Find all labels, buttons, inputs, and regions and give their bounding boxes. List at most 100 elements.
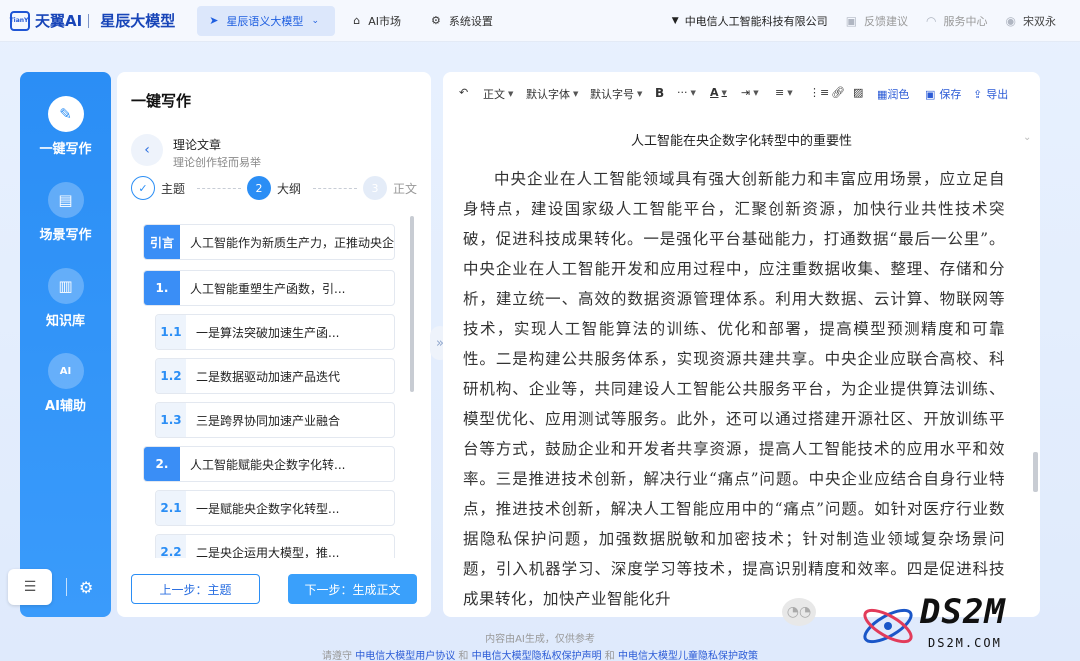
privacy-policy-link[interactable]: 中电信大模型隐私权保护声明 <box>472 651 602 661</box>
menu-icon: ☰ <box>23 579 37 595</box>
brand-name: 天翼AI <box>35 12 83 30</box>
menu-toggle-button[interactable]: ☰ <box>8 569 52 605</box>
outline-item-section[interactable]: 1. 人工智能重塑生产函数，引... <box>143 270 395 306</box>
export-button[interactable]: ⇪ 导出 <box>973 86 1008 102</box>
logo-badge-icon: TianYi <box>10 10 30 31</box>
editor-scrollbar[interactable] <box>1033 452 1038 492</box>
send-icon: ➤ <box>209 14 219 27</box>
caret-down-icon: ▼ <box>637 90 643 98</box>
nav-tab-system-settings[interactable]: ⚙ 系统设置 <box>419 6 505 36</box>
step-body[interactable]: 3 正文 <box>363 176 417 200</box>
article-subtitle: 理论创作轻而易举 <box>173 156 261 169</box>
outline-item-subsection[interactable]: 2.1 一是赋能央企数字化转型... <box>155 490 395 526</box>
save-button[interactable]: ▣ 保存 <box>925 86 961 102</box>
sidebar-item-knowledge-base[interactable]: ▥ 知识库 <box>20 268 111 329</box>
polish-icon: ▦ <box>877 87 888 101</box>
user-name: 宋双永 <box>1023 14 1056 28</box>
outline-item-subsection[interactable]: 2.2 二是央企运用大模型，推... <box>155 534 395 558</box>
service-center-link[interactable]: ◠ 服务中心 <box>926 13 987 29</box>
chevron-down-icon: ⌄ <box>311 15 319 26</box>
step-number: 2 <box>247 176 271 200</box>
step-topic[interactable]: ✓ 主题 <box>131 176 185 200</box>
outline-panel: 一键写作 ‹ 理论文章 理论创作轻而易举 ✓ 主题 2 大纲 3 正文 引言 人… <box>117 72 431 617</box>
document-body[interactable]: 中央企业在人工智能领域具有强大创新能力和丰富应用场景，应立足自身特点，建设国家级… <box>463 164 1005 614</box>
pen-icon: ✎ <box>47 96 84 132</box>
indent-dropdown[interactable]: ⇥ ▼ <box>741 86 759 99</box>
document-editor: ↶ 正文 ▼ 默认字体 ▼ 默认字号 ▼ B ··· ▼ A ▼ ⇥ ▼ ≡ ▼ ⋮≡ 🔗︎ … <box>443 72 1040 617</box>
watermark-site-text: DS2M.COM <box>928 636 1002 650</box>
gear-icon: ⚙ <box>430 14 441 27</box>
caret-down-icon: ▼ <box>671 15 679 26</box>
font-family-dropdown[interactable]: 默认字体 ▼ <box>526 86 578 102</box>
nav-tab-label: 星辰语义大模型 <box>226 14 304 28</box>
editor-toolbar: ↶ 正文 ▼ 默认字体 ▼ 默认字号 ▼ B ··· ▼ A ▼ ⇥ ▼ ≡ ▼ ⋮≡ 🔗︎ … <box>443 82 1040 108</box>
user-agreement-link[interactable]: 中电信大模型用户协议 <box>355 651 455 661</box>
wechat-icon: ◔◔ <box>782 598 816 626</box>
outline-item-subsection[interactable]: 1.3 三是跨界协同加速产业融合 <box>155 402 395 438</box>
watermark-logo-text: DS2M <box>920 592 1006 632</box>
check-icon: ✓ <box>131 176 155 200</box>
caret-down-icon: ▼ <box>573 90 579 98</box>
sidebar-item-one-click-writing[interactable]: ✎ 一键写作 <box>20 96 111 157</box>
caret-down-icon: ▼ <box>721 88 727 97</box>
product-name: 星辰大模型 <box>100 12 176 30</box>
step-connector <box>313 188 357 189</box>
sidebar-item-scene-writing[interactable]: ▤ 场景写作 <box>20 182 111 243</box>
caret-down-icon: ▼ <box>753 88 759 97</box>
chevron-left-icon: ‹ <box>144 142 150 158</box>
caret-down-icon: ▼ <box>690 88 696 97</box>
outline-item-subsection[interactable]: 1.1 一是算法突破加速生产函... <box>155 314 395 350</box>
ai-icon: AI <box>47 353 84 389</box>
link-icon[interactable]: 🔗︎ <box>831 86 845 99</box>
feedback-icon: ▣ <box>845 13 858 28</box>
settings-gear-icon[interactable]: ⚙ <box>79 578 93 597</box>
polish-button[interactable]: ▦ 润色 <box>877 86 909 102</box>
outline-scrollbar[interactable] <box>410 216 414 392</box>
user-menu[interactable]: ◉ 宋双永 <box>1006 13 1056 29</box>
list-icon[interactable]: ⋮≡ <box>809 86 829 99</box>
step-connector <box>197 188 241 189</box>
sidebar-item-ai-assist[interactable]: AI AI辅助 <box>20 353 111 414</box>
outline-item-section[interactable]: 2. 人工智能赋能央企数字化转... <box>143 446 395 482</box>
font-size-dropdown[interactable]: 默认字号 ▼ <box>590 86 642 102</box>
undo-icon[interactable]: ↶ <box>459 86 468 99</box>
outline-list: 引言 人工智能作为新质生产力，正推动央企 1. 人工智能重塑生产函数，引... … <box>131 216 421 558</box>
indent-icon: ⇥ <box>741 86 751 99</box>
sidebar-footer: ☰ ⚙ <box>8 568 107 606</box>
collapse-icon[interactable]: ⌄ <box>1023 132 1031 143</box>
store-icon: ⌂ <box>353 14 361 27</box>
brand-logo[interactable]: TianYi 天翼AI 星辰大模型 <box>10 10 175 31</box>
nav-tab-ai-market[interactable]: ⌂ AI市场 <box>341 6 413 36</box>
avatar-icon: ◉ <box>1005 13 1016 28</box>
company-selector[interactable]: ▼ 中电信人工智能科技有限公司 <box>672 13 828 29</box>
child-privacy-link[interactable]: 中电信大模型儿童隐私保护政策 <box>618 651 758 661</box>
watermark: ◔◔ DS2M DS2M.COM <box>780 590 1080 661</box>
font-color-dropdown[interactable]: A ▼ <box>710 86 727 99</box>
step-indicator: ✓ 主题 2 大纲 3 正文 <box>131 176 431 202</box>
more-format-dropdown[interactable]: ··· ▼ <box>677 86 696 99</box>
logo-divider <box>88 13 90 28</box>
step-outline[interactable]: 2 大纲 <box>247 176 301 200</box>
document-title[interactable]: 人工智能在央企数字化转型中的重要性 <box>443 130 1040 149</box>
align-icon: ≡ <box>775 86 785 99</box>
bold-button[interactable]: B <box>655 86 664 100</box>
outline-item-subsection[interactable]: 1.2 二是数据驱动加速产品迭代 <box>155 358 395 394</box>
sidebar: ✎ 一键写作 ▤ 场景写作 ▥ 知识库 AI AI辅助 <box>20 72 111 617</box>
nav-tab-semantic-model[interactable]: ➤ 星辰语义大模型 ⌄ <box>197 5 336 36</box>
outline-item-intro[interactable]: 引言 人工智能作为新质生产力，正推动央企 <box>143 224 395 260</box>
headset-icon: ◠ <box>926 13 937 28</box>
export-icon: ⇪ <box>973 87 983 101</box>
books-icon: ▥ <box>47 268 84 304</box>
prev-step-button[interactable]: 上一步：主题 <box>131 574 260 604</box>
caret-down-icon: ▼ <box>508 90 514 98</box>
caret-down-icon: ▼ <box>787 88 793 97</box>
save-icon: ▣ <box>925 87 936 101</box>
company-name: 中电信人工智能科技有限公司 <box>684 14 828 28</box>
back-button[interactable]: ‹ <box>131 134 163 166</box>
align-dropdown[interactable]: ≡ ▼ <box>775 86 793 99</box>
nav-tab-label: 系统设置 <box>448 14 493 28</box>
image-icon[interactable]: ▨ <box>853 86 863 99</box>
next-step-button[interactable]: 下一步：生成正文 <box>288 574 417 604</box>
feedback-link[interactable]: ▣ 反馈建议 <box>846 13 908 29</box>
paragraph-style-dropdown[interactable]: 正文 ▼ <box>483 86 513 102</box>
